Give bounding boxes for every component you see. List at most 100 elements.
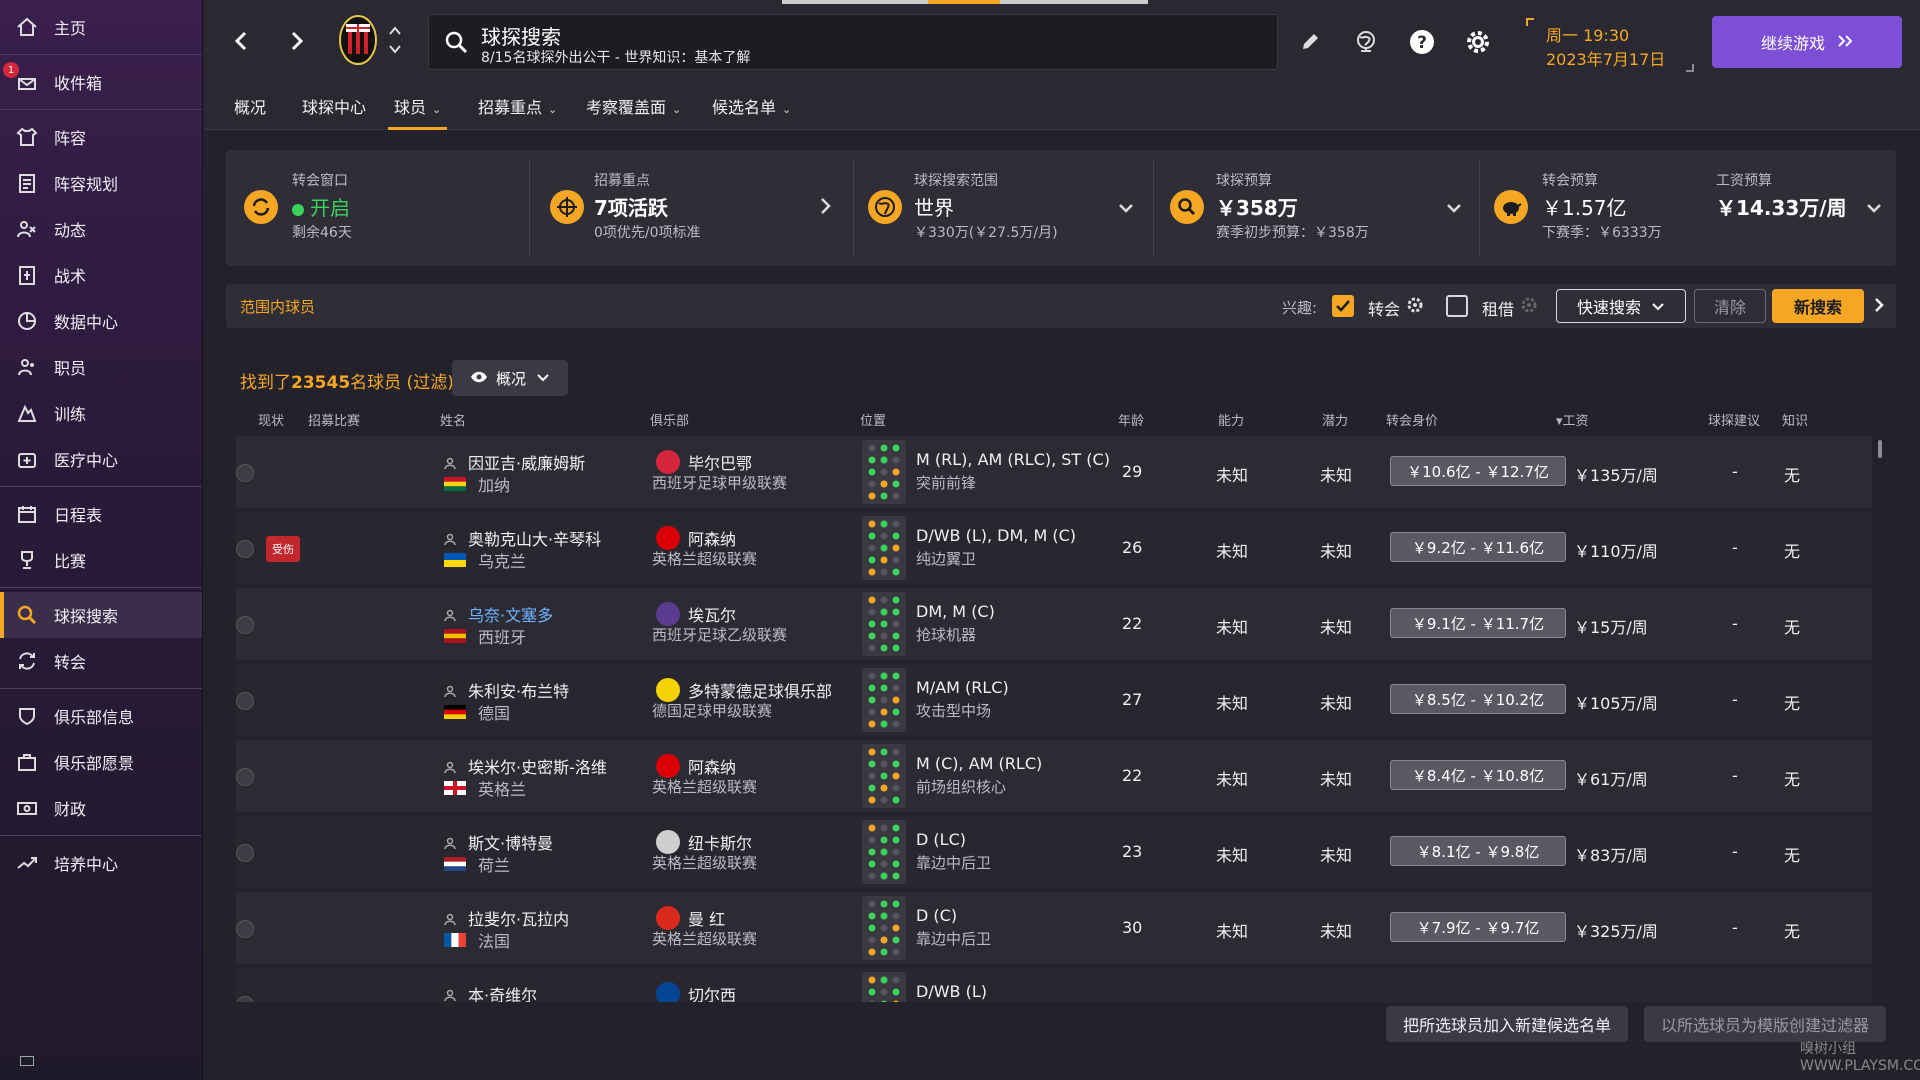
club-badge-icon[interactable] — [656, 602, 680, 626]
column-header-wage[interactable]: ▾工资 — [1556, 410, 1589, 429]
view-selector[interactable]: 概况 — [452, 360, 568, 396]
club-name[interactable]: 纽卡斯尔 — [688, 830, 752, 854]
club-name[interactable]: 切尔西 — [688, 982, 736, 1002]
status-indicator-icon[interactable] — [236, 920, 254, 938]
sidebar-item-calendar[interactable]: 日程表 — [0, 491, 202, 537]
sidebar-item-medical[interactable]: 医疗中心 — [0, 436, 202, 482]
sidebar-item-inbox[interactable]: 1 收件箱 — [0, 59, 202, 105]
sidebar-item-finances[interactable]: 财政 — [0, 785, 202, 831]
transfer-value-pill[interactable]: ￥7.9亿 - ￥9.7亿 — [1390, 912, 1566, 942]
scrollbar[interactable] — [1878, 440, 1882, 458]
chevron-down-icon[interactable] — [1446, 196, 1462, 220]
sidebar-item-tactics[interactable]: 战术 — [0, 252, 202, 298]
sidebar-item-club-vision[interactable]: 俱乐部愿景 — [0, 739, 202, 785]
transfer-value-pill[interactable]: ￥9.1亿 - ￥11.7亿 — [1390, 608, 1566, 638]
club-badge-icon[interactable] — [656, 450, 680, 474]
column-header-knowledge[interactable]: 知识 — [1782, 410, 1808, 429]
sidebar-item-squad-planner[interactable]: 阵容规划 — [0, 160, 202, 206]
continue-button[interactable]: 继续游戏 — [1712, 16, 1902, 68]
transfer-value-pill[interactable]: ￥8.1亿 - ￥9.8亿 — [1390, 836, 1566, 866]
table-row[interactable]: 斯文·博特曼 荷兰 纽卡斯尔 英格兰超级联赛 D (LC) 靠边中后卫 23 未知 未知 ￥8.1… — [236, 816, 1872, 888]
tab-shortlist[interactable]: 候选名单 ⌄ — [712, 86, 791, 130]
club-switch-arrows[interactable] — [388, 24, 402, 59]
transfer-settings-gear-icon[interactable] — [1406, 296, 1424, 318]
settings-gear-icon[interactable] — [1462, 26, 1494, 58]
recruitment-focus-panel[interactable]: 招募重点 7项活跃 0项优先/0项标准 — [530, 150, 854, 266]
sidebar-item-staff[interactable]: 职员 — [0, 344, 202, 390]
display-icon[interactable] — [20, 1056, 34, 1066]
loan-settings-gear-icon[interactable] — [1520, 296, 1538, 318]
add-to-shortlist-button[interactable]: 把所选球员加入新建候选名单 — [1386, 1006, 1628, 1042]
scouting-budget-panel[interactable]: 球探预算 ￥358万 赛季初步预算：￥358万 — [1154, 150, 1480, 266]
player-name[interactable]: 埃米尔·史密斯-洛维 — [468, 754, 607, 778]
sidebar-item-data-hub[interactable]: 数据中心 — [0, 298, 202, 344]
chevron-down-icon[interactable] — [1866, 196, 1882, 220]
column-header-age[interactable]: 年龄 — [1118, 410, 1144, 429]
status-indicator-icon[interactable] — [236, 540, 254, 558]
chevron-right-icon[interactable] — [1874, 296, 1884, 318]
tab-scouting-centre[interactable]: 球探中心 — [302, 86, 366, 130]
tab-assignment-coverage[interactable]: 考察覆盖面 ⌄ — [586, 86, 681, 130]
status-indicator-icon[interactable] — [236, 996, 254, 1002]
sidebar-item-club-info[interactable]: 俱乐部信息 — [0, 693, 202, 739]
club-badge-icon[interactable] — [656, 754, 680, 778]
column-header-value[interactable]: 转会身价 — [1386, 410, 1438, 429]
player-name[interactable]: 朱利安·布兰特 — [468, 678, 569, 702]
column-header-potential[interactable]: 潜力 — [1322, 410, 1348, 429]
status-indicator-icon[interactable] — [236, 844, 254, 862]
club-name[interactable]: 阿森纳 — [688, 526, 736, 550]
column-header-status[interactable]: 现状 — [258, 410, 284, 429]
table-row[interactable]: 因亚吉·威廉姆斯 加纳 毕尔巴鄂 西班牙足球甲级联赛 M (RL), AM (RLC),… — [236, 436, 1872, 508]
player-name[interactable]: 本·奇维尔 — [468, 982, 537, 1002]
sidebar-item-scouting[interactable]: 球探搜索 — [0, 592, 202, 638]
club-crest-icon[interactable] — [338, 14, 378, 66]
player-name[interactable]: 乌奈·文塞多 — [468, 602, 553, 626]
world-icon[interactable] — [1350, 26, 1382, 58]
page-title-box[interactable]: 球探搜索 8/15名球探外出公干 - 世界知识：基本了解 — [428, 14, 1278, 70]
sidebar-item-transfers[interactable]: 转会 — [0, 638, 202, 684]
table-row[interactable]: 拉斐尔·瓦拉内 法国 曼 红英格兰超级联赛 D (C) 靠边中后卫 30 未知 未知 ￥7.9亿… — [236, 892, 1872, 964]
results-suffix[interactable]: 名球员 (过滤) — [350, 373, 454, 393]
tab-overview[interactable]: 概况 — [234, 86, 266, 130]
edit-icon[interactable] — [1294, 26, 1326, 58]
column-header-scout-rec[interactable]: 球探建议 — [1708, 410, 1760, 429]
column-header-ability[interactable]: 能力 — [1218, 410, 1244, 429]
club-badge-icon[interactable] — [656, 526, 680, 550]
chevron-down-icon[interactable] — [1118, 196, 1134, 220]
column-header-recruit[interactable]: 招募比赛 — [308, 410, 360, 429]
help-icon[interactable]: ? — [1406, 26, 1438, 58]
status-indicator-icon[interactable] — [236, 616, 254, 634]
create-filter-button[interactable]: 以所选球员为模版创建过滤器 — [1644, 1006, 1886, 1042]
chevron-right-icon[interactable] — [820, 196, 832, 220]
player-name[interactable]: 因亚吉·威廉姆斯 — [468, 450, 585, 474]
table-row[interactable]: 受伤 奥勒克山大·辛琴科 乌克兰 阿森纳 英格兰超级联赛 D/WB (L), DM, M … — [236, 512, 1872, 584]
sidebar-item-training[interactable]: 训练 — [0, 390, 202, 436]
transfer-value-pill[interactable]: ￥10.6亿 - ￥12.7亿 — [1390, 456, 1566, 486]
status-indicator-icon[interactable] — [236, 464, 254, 482]
sidebar-item-development[interactable]: 培养中心 — [0, 840, 202, 886]
transfer-value-pill[interactable]: ￥9.2亿 - ￥11.6亿 — [1390, 532, 1566, 562]
sidebar-item-dynamics[interactable]: 动态 — [0, 206, 202, 252]
transfer-checkbox[interactable] — [1332, 295, 1354, 317]
club-name[interactable]: 多特蒙德足球俱乐部 — [688, 678, 832, 702]
forward-button[interactable] — [284, 26, 310, 56]
back-button[interactable] — [228, 26, 254, 56]
club-badge-icon[interactable] — [656, 830, 680, 854]
column-header-name[interactable]: 姓名 — [440, 410, 466, 429]
table-row[interactable]: 本·奇维尔 切尔西 D/WB (L) — [236, 968, 1872, 1002]
table-row[interactable]: 埃米尔·史密斯-洛维 英格兰 阿森纳 英格兰超级联赛 M (C), AM (RLC) 前场… — [236, 740, 1872, 812]
player-name[interactable]: 奥勒克山大·辛琴科 — [468, 526, 601, 550]
club-name[interactable]: 毕尔巴鄂 — [688, 450, 752, 474]
transfer-value-pill[interactable]: ￥8.5亿 - ￥10.2亿 — [1390, 684, 1566, 714]
clear-button[interactable]: 清除 — [1694, 289, 1766, 323]
club-name[interactable]: 曼 红 — [688, 906, 725, 930]
table-row[interactable]: 朱利安·布兰特 德国 多特蒙德足球俱乐部 德国足球甲级联赛 M/AM (RLC) 攻击型中… — [236, 664, 1872, 736]
club-name[interactable]: 埃瓦尔 — [688, 602, 736, 626]
sidebar-item-competitions[interactable]: 比赛 — [0, 537, 202, 583]
club-badge-icon[interactable] — [656, 982, 680, 1002]
scouting-range-panel[interactable]: 球探搜索范围 世界 ￥330万(￥27.5万/月) — [854, 150, 1154, 266]
sidebar-item-home[interactable]: 主页 — [0, 4, 202, 50]
column-header-position[interactable]: 位置 — [860, 410, 886, 429]
range-title[interactable]: 范围内球员 — [240, 296, 315, 317]
table-row[interactable]: 乌奈·文塞多 西班牙 埃瓦尔 西班牙足球乙级联赛 DM, M (C) 抢球机器 22 未知 未知… — [236, 588, 1872, 660]
